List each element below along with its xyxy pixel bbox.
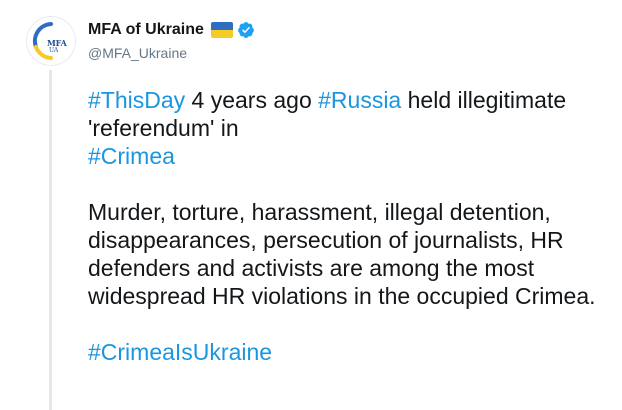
account-handle[interactable]: @MFA_Ukraine xyxy=(88,44,255,62)
verified-badge-icon xyxy=(237,22,254,38)
name-row: MFA of Ukraine xyxy=(88,20,255,40)
display-name[interactable]: MFA of Ukraine xyxy=(88,20,204,40)
tweet-card: MFA UA MFA of Ukraine @MFA_Ukraine #This… xyxy=(0,0,622,410)
hashtag-crimea[interactable]: #Crimea xyxy=(88,143,175,169)
thread-line xyxy=(49,70,52,410)
ukraine-flag-icon xyxy=(210,22,233,38)
hashtag-crimeaisukraine[interactable]: #CrimeaIsUkraine xyxy=(88,339,272,365)
tweet-header: MFA of Ukraine @MFA_Ukraine xyxy=(88,20,255,62)
avatar[interactable]: MFA UA xyxy=(27,17,75,65)
ukraine-flag-icon xyxy=(245,118,275,138)
tweet-paragraph-3: #CrimeaIsUkraine xyxy=(88,338,608,366)
tweet-paragraph-2: Murder, torture, harassment, illegal det… xyxy=(88,199,596,309)
tweet-paragraph-1: #ThisDay 4 years ago #Russia held illegi… xyxy=(88,86,608,142)
tweet-text-segment: 4 years ago xyxy=(185,87,319,113)
hashtag-thisday[interactable]: #ThisDay xyxy=(88,87,185,113)
tweet-text: #ThisDay 4 years ago #Russia held illegi… xyxy=(88,86,608,366)
avatar-logo-subtext: UA xyxy=(49,47,59,54)
hashtag-russia[interactable]: #Russia xyxy=(318,87,401,113)
